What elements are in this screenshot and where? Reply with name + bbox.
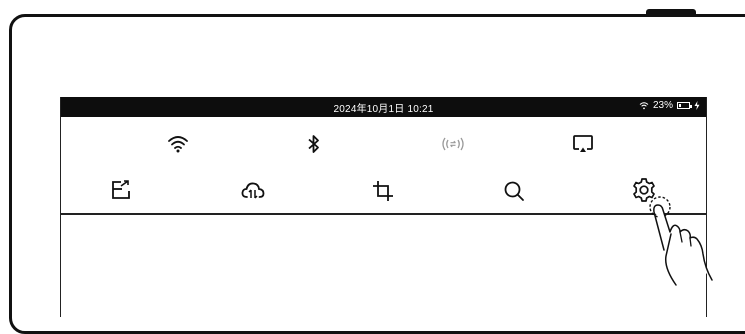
search-icon[interactable] [503, 180, 525, 202]
cloud-sync-icon[interactable] [241, 181, 265, 201]
panel-divider [61, 213, 706, 215]
crop-icon[interactable] [372, 180, 394, 202]
battery-icon [677, 102, 692, 109]
screencast-icon[interactable] [572, 134, 594, 154]
battery-percent: 23% [652, 100, 673, 111]
bluetooth-icon[interactable] [307, 134, 321, 154]
charging-icon [694, 101, 700, 110]
wifi-status-icon [639, 102, 649, 110]
hotspot-icon[interactable] [441, 136, 465, 152]
status-indicators: 23% [639, 100, 700, 111]
device-screen: 2024年10月1日 10:21 23% [60, 97, 707, 317]
status-bar: 2024年10月1日 10:21 23% [61, 97, 706, 117]
export-icon[interactable] [110, 179, 132, 201]
tap-hand-icon [649, 196, 713, 286]
wifi-icon[interactable] [167, 134, 189, 154]
status-datetime: 2024年10月1日 10:21 [333, 104, 434, 115]
battery-level [679, 104, 681, 107]
